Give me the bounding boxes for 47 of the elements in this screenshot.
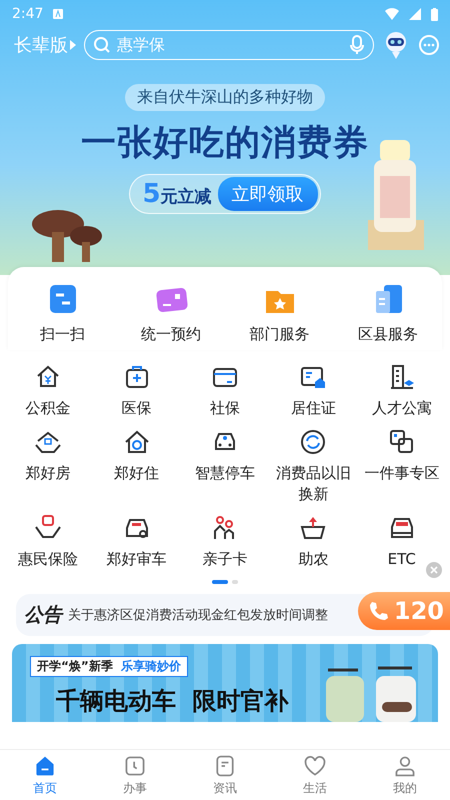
close-icon[interactable] — [426, 562, 442, 578]
nav-tab[interactable]: 首页 — [0, 750, 90, 800]
service-item[interactable]: 惠民保险 — [7, 513, 90, 570]
status-time: 2:47 — [12, 6, 44, 22]
notice-label: 公告 — [24, 603, 62, 628]
nav-tab[interactable]: 我的 — [360, 750, 450, 800]
clock-icon — [123, 754, 147, 778]
heart-icon — [303, 754, 327, 778]
quick-action[interactable]: 部门服务 — [225, 281, 334, 344]
service-item[interactable]: 郑好住 — [96, 427, 178, 484]
service-item[interactable]: 亲子卡 — [184, 513, 266, 570]
promo-banner[interactable]: 开学“焕”新季 乐享骑妙价 千辆电动车 限时官补 — [12, 644, 438, 722]
service-item[interactable]: ETC — [360, 513, 443, 570]
service-item[interactable]: 智慧停车 — [184, 427, 266, 484]
notification-icon — [53, 9, 64, 19]
service-item[interactable]: 郑好审车 — [96, 513, 178, 570]
nav-tab[interactable]: 办事 — [90, 750, 180, 800]
battery-icon — [431, 8, 438, 20]
discount-text: 5元立减 — [142, 179, 212, 209]
search-icon — [93, 36, 111, 54]
quick-action[interactable]: 扫一扫 — [8, 281, 116, 344]
service-item[interactable]: 郑好房 — [7, 427, 90, 484]
promo-headline: 千辆电动车 限时官补 — [56, 686, 289, 717]
banner-headline: 一张好吃的消费券 — [81, 122, 369, 165]
wifi-icon — [385, 8, 399, 20]
signal-icon — [409, 8, 421, 20]
nav-tab[interactable]: 生活 — [270, 750, 360, 800]
user-icon — [393, 754, 417, 778]
service-item[interactable]: 公积金 — [7, 362, 90, 419]
promo-tag: 开学“焕”新季 — [37, 658, 113, 675]
banner-tagline: 来自伏牛深山的多种好物 — [125, 84, 325, 111]
service-item[interactable]: 一件事专区 — [360, 427, 443, 484]
service-item[interactable]: 社保 — [184, 362, 266, 419]
service-item[interactable]: 消费品以旧换新 — [272, 427, 354, 505]
notice-text: 关于惠济区促消费活动现金红包发放时间调整 — [68, 607, 328, 624]
more-messages-icon[interactable] — [418, 34, 440, 56]
quick-action[interactable]: 区县服务 — [334, 281, 442, 344]
service-item[interactable]: 医保 — [96, 362, 178, 419]
quick-action[interactable]: 统一预约 — [116, 281, 225, 344]
service-item[interactable]: 助农 — [272, 513, 354, 570]
phone-icon — [368, 600, 390, 622]
service-item[interactable]: 居住证 — [272, 362, 354, 419]
service-item[interactable]: 人才公寓 — [360, 362, 443, 419]
promo-slogan: 乐享骑妙价 — [120, 658, 181, 675]
triangle-icon — [70, 40, 76, 50]
nav-tab[interactable]: 资讯 — [180, 750, 270, 800]
microphone-icon[interactable] — [350, 35, 364, 55]
